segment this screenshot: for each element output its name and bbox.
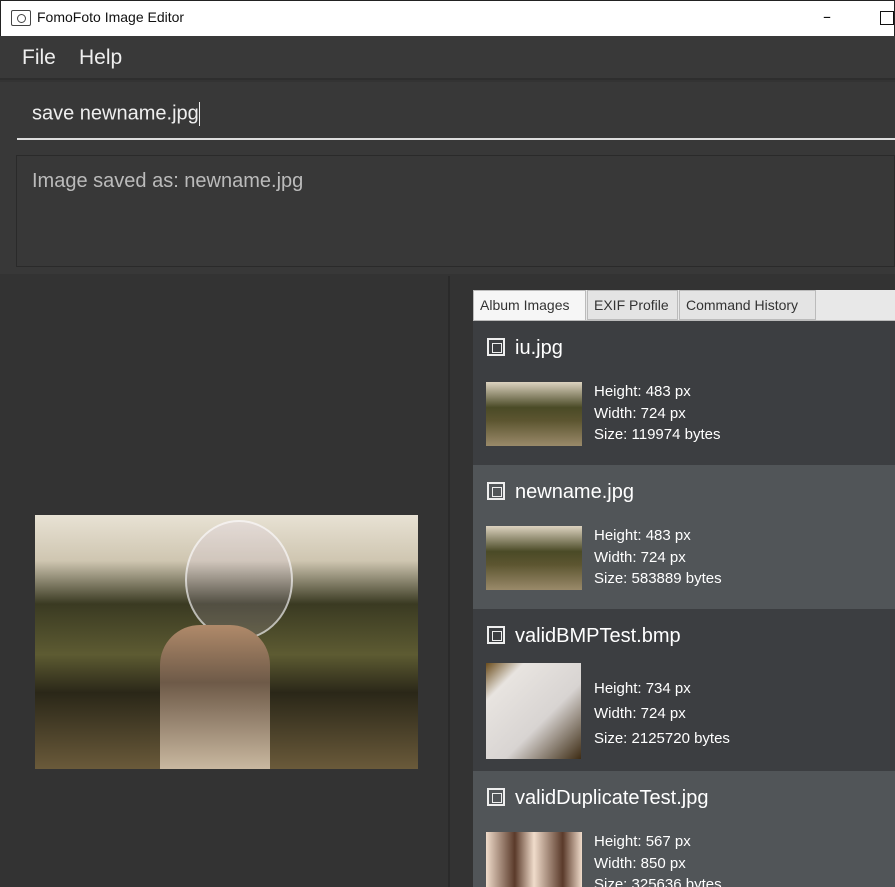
minimize-button[interactable]: –	[823, 7, 831, 26]
list-item[interactable]: newname.jpg Height: 483 px Width: 724 px S…	[473, 465, 895, 609]
image-width: Width: 724 px	[594, 705, 686, 722]
image-icon	[487, 338, 505, 356]
image-height: Height: 734 px	[594, 680, 691, 697]
tab-exif-profile[interactable]: EXIF Profile	[587, 290, 678, 320]
tab-command-history[interactable]: Command History	[679, 290, 816, 320]
current-image	[35, 515, 418, 769]
image-height: Height: 483 px	[594, 383, 691, 400]
list-item[interactable]: iu.jpg Height: 483 px Width: 724 px Size: …	[473, 321, 895, 465]
image-size: Size: 583889 bytes	[594, 570, 722, 587]
image-height: Height: 567 px	[594, 833, 691, 850]
image-thumbnail	[486, 832, 582, 887]
image-icon	[487, 482, 505, 500]
title-bar: FomoFoto Image Editor –	[0, 0, 895, 36]
tab-album-images[interactable]: Album Images	[473, 290, 586, 321]
side-panel: Album Images EXIF Profile Command Histor…	[452, 276, 895, 887]
image-width: Width: 724 px	[594, 404, 686, 422]
image-height: Height: 483 px	[594, 527, 691, 544]
camera-icon	[11, 10, 31, 26]
command-area: save newname.jpg	[0, 82, 895, 148]
image-info: Height: 483 px Width: 724 px Size: 119974 …	[594, 381, 720, 446]
image-info: Height: 567 px Width: 850 px Size: 325636 …	[594, 831, 722, 887]
tab-bar: Album Images EXIF Profile Command Histor…	[473, 290, 895, 321]
image-icon	[487, 626, 505, 644]
image-name: validBMPTest.bmp	[487, 625, 681, 648]
image-name: newname.jpg	[487, 481, 634, 504]
menu-help[interactable]: Help	[79, 46, 122, 70]
image-size: Size: 119974 bytes	[594, 426, 721, 443]
result-display: Image saved as: newname.jpg	[16, 155, 895, 267]
image-name-text: validDuplicateTest.jpg	[515, 787, 709, 809]
image-name: validDuplicateTest.jpg	[487, 787, 708, 810]
text-caret	[198, 102, 200, 126]
menu-bar: File Help	[0, 36, 895, 80]
image-thumbnail	[486, 663, 581, 759]
image-name-text: validBMPTest.bmp	[515, 625, 681, 647]
command-input[interactable]: save newname.jpg	[17, 90, 895, 140]
image-width: Width: 724 px	[594, 548, 686, 566]
list-item[interactable]: validDuplicateTest.jpg Height: 567 px Wid…	[473, 771, 895, 887]
image-icon	[487, 788, 505, 806]
window-title: FomoFoto Image Editor	[37, 9, 185, 25]
image-thumbnail	[486, 382, 582, 446]
image-subject	[160, 625, 270, 769]
image-bubble	[185, 520, 293, 640]
image-name-text: newname.jpg	[515, 481, 634, 503]
image-name: iu.jpg	[487, 337, 563, 360]
image-size: Size: 2125720 bytes	[594, 730, 730, 747]
list-item[interactable]: validBMPTest.bmp Height: 734 px Width: 72…	[473, 609, 895, 771]
image-info: Height: 734 px Width: 724 px Size: 2125720…	[594, 676, 730, 751]
image-name-text: iu.jpg	[515, 337, 563, 359]
album-list[interactable]: iu.jpg Height: 483 px Width: 724 px Size: …	[473, 321, 895, 887]
image-preview-panel	[0, 276, 450, 887]
result-area: Image saved as: newname.jpg	[0, 148, 895, 274]
menu-file[interactable]: File	[22, 46, 56, 70]
maximize-button[interactable]	[880, 11, 894, 25]
image-width: Width: 850 px	[594, 854, 686, 872]
image-size: Size: 325636 bytes	[594, 876, 722, 887]
command-text: save newname.jpg	[32, 102, 199, 125]
image-info: Height: 483 px Width: 724 px Size: 583889 …	[594, 525, 722, 590]
image-thumbnail	[486, 526, 582, 590]
